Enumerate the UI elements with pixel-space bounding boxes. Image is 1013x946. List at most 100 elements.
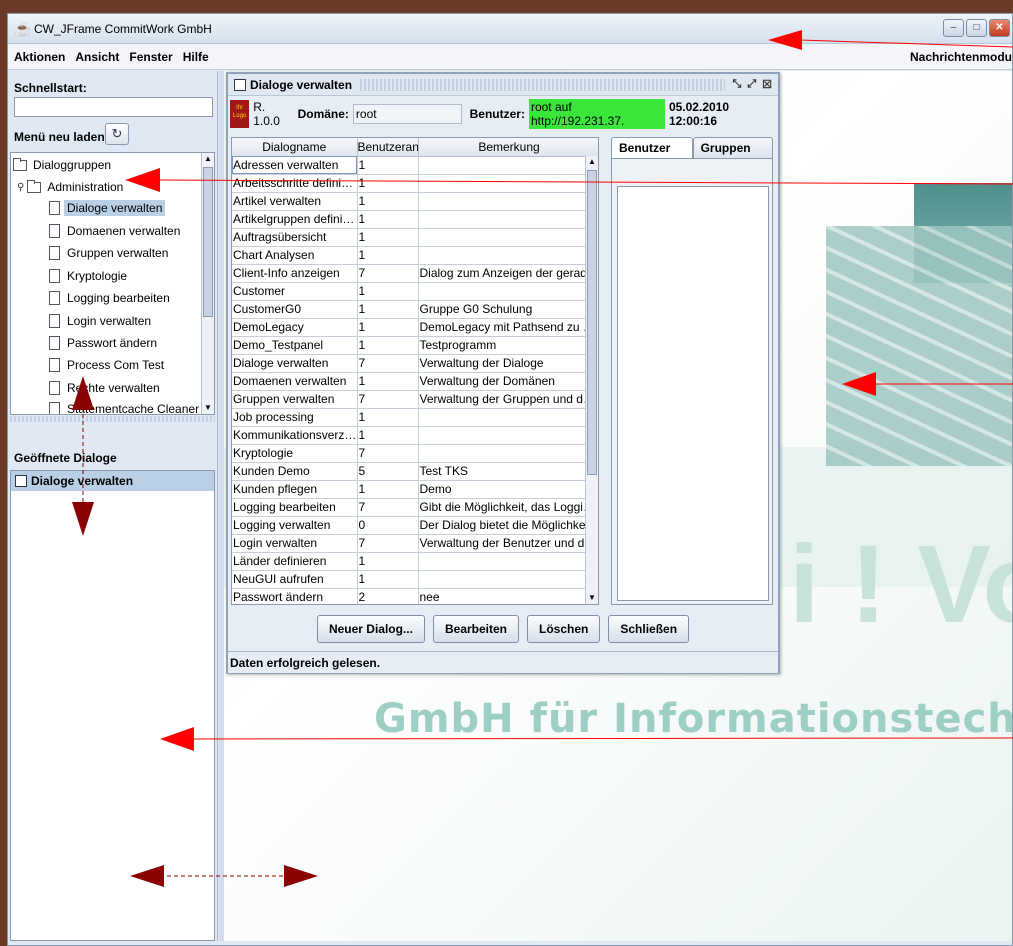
tree-item-domaenen-verwalten[interactable]: Domaenen verwalten bbox=[49, 221, 183, 241]
dialog-titlebar[interactable]: Dialoge verwalten ⤡ ⤢ ☒ bbox=[228, 74, 778, 96]
maximize-icon[interactable]: □ bbox=[966, 19, 987, 37]
column-header-bemerkung[interactable]: Bemerkung bbox=[418, 138, 598, 157]
tree-item-process-com-test[interactable]: Process Com Test bbox=[49, 355, 167, 375]
close-button[interactable]: Schließen bbox=[608, 615, 690, 643]
new-dialog-button[interactable]: Neuer Dialog... bbox=[316, 615, 425, 643]
table-row[interactable]: DemoLegacy1DemoLegacy mit Pathsend zu SS… bbox=[232, 318, 598, 337]
table-row[interactable]: Job processing 1 bbox=[232, 408, 598, 427]
tree-item-gruppen-verwalten[interactable]: Gruppen verwalten bbox=[49, 243, 171, 263]
tab-list[interactable] bbox=[617, 186, 769, 601]
column-header-benutzeranzahl[interactable]: Benutzeran... bbox=[357, 138, 419, 157]
table-row[interactable]: Demo_Testpanel 1 Testprogramm bbox=[232, 336, 598, 355]
minimize-icon[interactable]: – bbox=[943, 19, 964, 37]
table-row[interactable]: Domaenen verwalten 1 Verwaltung der Domäne… bbox=[232, 372, 598, 391]
delete-button[interactable]: Löschen bbox=[527, 615, 601, 643]
menu-hilfe[interactable]: Hilfe bbox=[183, 50, 209, 64]
table-row[interactable]: Kunden pflegen 1 Demo bbox=[232, 480, 598, 499]
tree-item-administration[interactable]: ⚲ Administration bbox=[17, 177, 126, 197]
table-row[interactable]: NeuGUI aufrufen 1 bbox=[232, 570, 598, 589]
cell-dialogname: Logging verwalten bbox=[232, 516, 358, 535]
tree-expand-icon[interactable]: ⚲ bbox=[17, 182, 24, 193]
table-scrollbar[interactable]: ▲ ▼ bbox=[585, 156, 598, 604]
cell-dialogname: Logging bearbeiten bbox=[232, 498, 358, 517]
cell-bemerkung: DemoLegacy mit Pathsend zu SSV0... bbox=[418, 318, 598, 337]
tab-benutzer-von[interactable]: Benutzer von bbox=[611, 137, 693, 175]
scroll-up-icon[interactable]: ▲ bbox=[202, 153, 214, 165]
table-row[interactable]: Client-Info anzeigen 7 Dialog zum Anzeigen… bbox=[232, 264, 598, 283]
table-row[interactable]: Adressen verwalten 1 bbox=[232, 156, 598, 175]
table-row[interactable]: Kunden Demo 5 Test TKS bbox=[232, 462, 598, 481]
table-row[interactable]: Dialoge verwalten 7 Verwaltung der Dialoge bbox=[232, 354, 598, 373]
tree-item-login-verwalten[interactable]: Login verwalten bbox=[49, 311, 154, 331]
cell-bemerkung: nee bbox=[418, 588, 598, 604]
table-row[interactable]: CustomerG0 1 Gruppe G0 Schulung bbox=[232, 300, 598, 319]
menu-aktionen[interactable]: Aktionen bbox=[14, 50, 65, 64]
document-icon bbox=[49, 402, 60, 414]
cell-bemerkung: Verwaltung der Dialoge bbox=[418, 354, 598, 373]
close-icon[interactable]: ☒ bbox=[762, 78, 772, 91]
tree-item-passwort-aendern[interactable]: Passwort ändern bbox=[49, 333, 160, 353]
tree-item-dialoggruppen[interactable]: Dialoggruppen bbox=[13, 155, 114, 175]
cell-dialogname: NeuGUI aufrufen bbox=[232, 570, 358, 589]
table-row[interactable]: Artikelgruppen definieren 1 bbox=[232, 210, 598, 229]
tree-item-kryptologie[interactable]: Kryptologie bbox=[49, 266, 130, 286]
menu-fenster[interactable]: Fenster bbox=[129, 50, 172, 64]
tree-item-dialoge-verwalten[interactable]: Dialoge verwalten bbox=[49, 198, 166, 218]
reload-menu-label: Menü neu laden bbox=[14, 130, 105, 144]
table-row[interactable]: Länder definieren 1 bbox=[232, 552, 598, 571]
table-row[interactable]: Artikel verwalten 1 bbox=[232, 192, 598, 211]
message-module-label[interactable]: Nachrichtenmodu bbox=[910, 50, 1012, 64]
close-icon[interactable]: ✕ bbox=[989, 19, 1010, 37]
dialog-tree[interactable]: Dialoggruppen ⚲ Administration Dialoge v… bbox=[10, 152, 215, 415]
tab-gruppen-von[interactable]: Gruppen von bbox=[692, 137, 773, 175]
cell-dialogname: Passwort ändern bbox=[232, 588, 358, 604]
dialog-info-bar: Ihr Logo R. 1.0.0 Domäne: root Benutzer:… bbox=[228, 97, 778, 130]
table-row[interactable]: Passwort ändern 2 nee bbox=[232, 588, 598, 604]
scroll-down-icon[interactable]: ▼ bbox=[586, 592, 598, 604]
table-row[interactable]: Auftragsübersicht 1 bbox=[232, 228, 598, 247]
edit-button[interactable]: Bearbeiten bbox=[432, 615, 520, 643]
table-row[interactable]: Kryptologie 7 bbox=[232, 444, 598, 463]
quickstart-input[interactable] bbox=[14, 97, 213, 117]
tree-scroll-thumb[interactable] bbox=[203, 167, 213, 317]
cell-bemerkung: Testprogramm bbox=[418, 336, 598, 355]
menu-ansicht[interactable]: Ansicht bbox=[75, 50, 119, 64]
cell-bemerkung bbox=[418, 570, 598, 589]
window-titlebar[interactable]: ☕ CW_JFrame CommitWork GmbH – □ ✕ bbox=[8, 14, 1012, 44]
tree-item-logging-bearbeiten[interactable]: Logging bearbeiten bbox=[49, 288, 173, 308]
maximize-icon[interactable]: ⤢ bbox=[747, 78, 756, 91]
cell-dialogname: Domaenen verwalten bbox=[232, 372, 358, 391]
table-row[interactable]: Kommunikationsverzeic... 1 bbox=[232, 426, 598, 445]
release-label: R. 1.0.0 bbox=[253, 99, 280, 128]
table-row[interactable]: Login verwalten 7 Verwaltung der Benutzer … bbox=[232, 534, 598, 553]
tree-scrollbar[interactable]: ▲ ▼ bbox=[201, 153, 214, 414]
table-row[interactable]: Logging bearbeiten 7 Gibt die Möglichkeit,… bbox=[232, 498, 598, 517]
sidebar-splitter[interactable] bbox=[10, 416, 215, 422]
cell-bemerkung bbox=[418, 552, 598, 571]
tree-item-rechte-verwalten[interactable]: Rechte verwalten bbox=[49, 378, 163, 398]
iconify-icon[interactable]: ⤡ bbox=[733, 78, 742, 91]
background-logo-text: i ! Vo bbox=[789, 523, 1012, 646]
cell-bemerkung: Verwaltung der Benutzer und der Dia... bbox=[418, 534, 598, 553]
table-scroll-thumb[interactable] bbox=[587, 170, 597, 475]
table-row[interactable]: Chart Analysen 1 bbox=[232, 246, 598, 265]
menubar: Aktionen Ansicht Fenster Hilfe Nachricht… bbox=[8, 44, 1012, 70]
cell-benutzeranzahl: 1 bbox=[357, 300, 419, 319]
cell-benutzeranzahl: 7 bbox=[357, 498, 419, 517]
tree-item-statementcache-cleaner[interactable]: Statementcache Cleaner bbox=[49, 399, 202, 414]
dialog-table[interactable]: Dialogname Benutzeran... Bemerkung Adres… bbox=[231, 137, 599, 605]
document-icon bbox=[49, 224, 60, 238]
table-row[interactable]: Logging verwalten 0 Der Dialog bietet die … bbox=[232, 516, 598, 535]
opened-dialog-item[interactable]: Dialoge verwalten bbox=[11, 471, 214, 491]
table-row[interactable]: Arbeitsschritte definieren 1 bbox=[232, 174, 598, 193]
scroll-down-icon[interactable]: ▼ bbox=[202, 402, 214, 414]
user-group-tabs: Benutzer von Gruppen von bbox=[611, 137, 773, 175]
scroll-up-icon[interactable]: ▲ bbox=[586, 156, 598, 168]
column-header-dialogname[interactable]: Dialogname bbox=[232, 138, 358, 157]
reload-menu-button[interactable]: ↻ bbox=[105, 123, 129, 145]
table-row[interactable]: Gruppen verwalten 7 Verwaltung der Gruppen… bbox=[232, 390, 598, 409]
table-row[interactable]: Customer 1 bbox=[232, 282, 598, 301]
tree-item-label: Logging bearbeiten bbox=[67, 291, 170, 305]
dialog-window: Dialoge verwalten ⤡ ⤢ ☒ Ihr Logo R. 1.0.… bbox=[226, 72, 780, 674]
cell-dialogname: Customer bbox=[232, 282, 358, 301]
